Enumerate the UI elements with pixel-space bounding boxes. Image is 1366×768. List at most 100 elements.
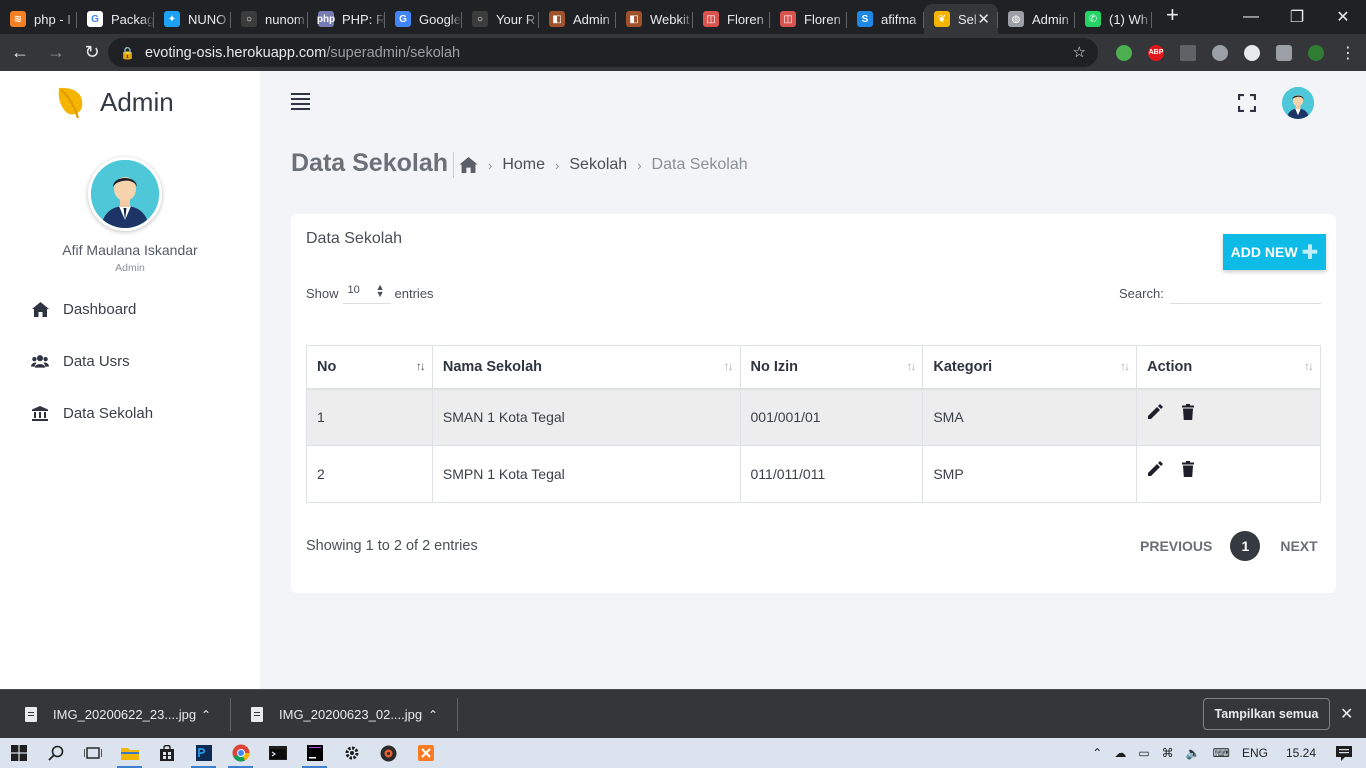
breadcrumb-home[interactable]: Home (502, 156, 545, 174)
browser-tab[interactable]: php PHP: R (308, 4, 385, 34)
extension-globe-icon[interactable] (1108, 44, 1140, 61)
back-button[interactable]: ← (4, 37, 36, 69)
photoshop-icon[interactable] (185, 738, 222, 768)
terminal-icon[interactable] (259, 738, 296, 768)
reload-button[interactable]: ↻ (76, 37, 108, 69)
battery-icon[interactable]: ▭ (1138, 746, 1149, 760)
home-icon[interactable] (459, 157, 478, 173)
file-icon (251, 707, 263, 722)
window-controls: — ❐ ✕ (1228, 0, 1366, 34)
bank-icon (31, 405, 49, 421)
chevron-up-icon[interactable]: ⌃ (201, 708, 211, 722)
chrome-icon[interactable] (222, 738, 259, 768)
browser-tab[interactable]: G Google (385, 4, 462, 34)
windows-start-icon[interactable] (0, 738, 37, 768)
browser-tab[interactable]: ○ Your R (462, 4, 539, 34)
sidebar-item-data-users[interactable]: Data Usrs (0, 335, 260, 387)
keyboard-icon[interactable]: ⌨ (1213, 746, 1230, 760)
browser-tab[interactable]: ○ nunom (231, 4, 308, 34)
top-user-avatar[interactable] (1282, 87, 1314, 119)
chrome-menu-icon[interactable]: ⋮ (1332, 43, 1364, 63)
language-indicator[interactable]: ENG (1242, 746, 1268, 760)
divider (230, 698, 231, 731)
col-header-no[interactable]: No ↑↓ (306, 345, 433, 390)
browser-tab[interactable]: ◍ Admin (998, 4, 1075, 34)
media-player-icon[interactable] (370, 738, 407, 768)
chevron-up-icon[interactable]: ⌃ (428, 708, 438, 722)
browser-tab[interactable]: ✦ NUNO (154, 4, 231, 34)
entries-select[interactable]: 10 ▲ ▼ (342, 282, 391, 304)
chevron-up-icon[interactable]: ⌃ (1092, 746, 1102, 760)
browser-tab[interactable]: ◧ Admin (539, 4, 616, 34)
delete-trash-icon[interactable] (1180, 461, 1196, 477)
col-header-no-izin[interactable]: No Izin ↑↓ (739, 345, 924, 390)
browser-tab[interactable]: ≋ php - I (0, 4, 77, 34)
fullscreen-icon[interactable] (1238, 94, 1256, 112)
adblock-plus-icon[interactable]: ABP (1140, 44, 1172, 61)
browser-tab[interactable]: Safifma (847, 4, 924, 34)
close-window-button[interactable]: ✕ (1320, 0, 1366, 34)
breadcrumb-sekolah[interactable]: Sekolah (569, 156, 627, 174)
sidebar-item-data-sekolah[interactable]: Data Sekolah (0, 387, 260, 439)
wifi-icon[interactable]: ⌘ (1162, 746, 1174, 760)
search-icon[interactable] (37, 738, 74, 768)
show-all-downloads-button[interactable]: Tampilkan semua (1203, 698, 1330, 730)
sekolah-table: No ↑↓ Nama Sekolah ↑↓ No Izin ↑↓ Kategori ↑↓… (306, 345, 1321, 503)
extensions-puzzle-icon[interactable] (1268, 44, 1300, 61)
cell-no: 1 (306, 388, 433, 446)
store-icon[interactable] (148, 738, 185, 768)
edit-pencil-icon[interactable] (1147, 404, 1164, 420)
bookmark-star-icon[interactable]: ☆ (1073, 43, 1086, 61)
task-view-icon[interactable] (74, 738, 111, 768)
page-button-current[interactable]: 1 (1230, 531, 1261, 561)
maximize-button[interactable]: ❐ (1274, 0, 1320, 34)
tab-favicon-icon: G (87, 11, 103, 27)
minimize-button[interactable]: — (1228, 0, 1274, 34)
profile-avatar[interactable] (88, 157, 162, 231)
notification-icon[interactable] (1336, 745, 1352, 761)
download-item[interactable]: IMG_20200623_02....jpg ⌃ (251, 690, 438, 739)
address-bar[interactable]: 🔒 evoting-osis.herokuapp.com/superadmin/… (108, 38, 1098, 67)
browser-tab[interactable]: ◧ Webkit (616, 4, 693, 34)
delete-trash-icon[interactable] (1180, 404, 1196, 421)
col-header-nama-sekolah[interactable]: Nama Sekolah ↑↓ (431, 345, 741, 390)
file-explorer-icon[interactable] (111, 738, 148, 768)
sort-icon: ↑↓ (1304, 359, 1314, 373)
extension-web-icon[interactable] (1204, 44, 1236, 61)
close-tab-icon[interactable]: ✕ (977, 10, 990, 28)
cloud-icon[interactable]: ☁ (1114, 746, 1126, 760)
profile-icon[interactable] (1300, 44, 1332, 61)
browser-tab-active[interactable]: ❦ Sel ✕ (924, 4, 998, 34)
next-button[interactable]: NEXT (1280, 538, 1317, 554)
tab-favicon-icon: ◧ (626, 11, 642, 27)
hamburger-menu-icon[interactable] (291, 93, 310, 113)
browser-tab[interactable]: ◫ Floren (770, 4, 847, 34)
phpstorm-icon[interactable] (296, 738, 333, 768)
browser-tab[interactable]: ✆ (1) Wh (1075, 4, 1152, 34)
new-tab-button[interactable]: + (1166, 2, 1179, 28)
search-input[interactable] (1169, 282, 1321, 304)
entries-length-control: Show 10 ▲ ▼ entries (306, 282, 434, 304)
sidebar-item-dashboard[interactable]: Dashboard (0, 283, 260, 335)
browser-tab[interactable]: G Packag (77, 4, 154, 34)
settings-gear-icon[interactable] (333, 738, 370, 768)
forward-button[interactable]: → (40, 37, 72, 69)
volume-icon[interactable]: 🔈 (1186, 746, 1201, 760)
close-icon[interactable]: ✕ (1340, 704, 1353, 724)
chevron-right-icon: › (555, 157, 560, 173)
browser-tab[interactable]: ◫ Floren (693, 4, 770, 34)
divider (457, 698, 458, 731)
previous-button[interactable]: PREVIOUS (1140, 538, 1212, 554)
clock[interactable]: 15.24 (1286, 746, 1316, 760)
extension-dark-icon[interactable] (1236, 44, 1268, 61)
extension-grid-icon[interactable] (1172, 44, 1204, 61)
edit-pencil-icon[interactable] (1147, 461, 1164, 477)
download-item[interactable]: IMG_20200622_23....jpg ⌃ (25, 690, 211, 739)
add-new-button[interactable]: ADD NEW ✚ (1223, 234, 1326, 270)
col-header-action[interactable]: Action ↑↓ (1136, 345, 1321, 390)
col-header-kategori[interactable]: Kategori ↑↓ (922, 345, 1138, 390)
xampp-icon[interactable] (407, 738, 444, 768)
tab-title: Admin (573, 11, 610, 27)
table-row: 1 SMAN 1 Kota Tegal 001/001/01 SMA (306, 388, 1321, 446)
brand[interactable]: Admin (56, 85, 174, 119)
